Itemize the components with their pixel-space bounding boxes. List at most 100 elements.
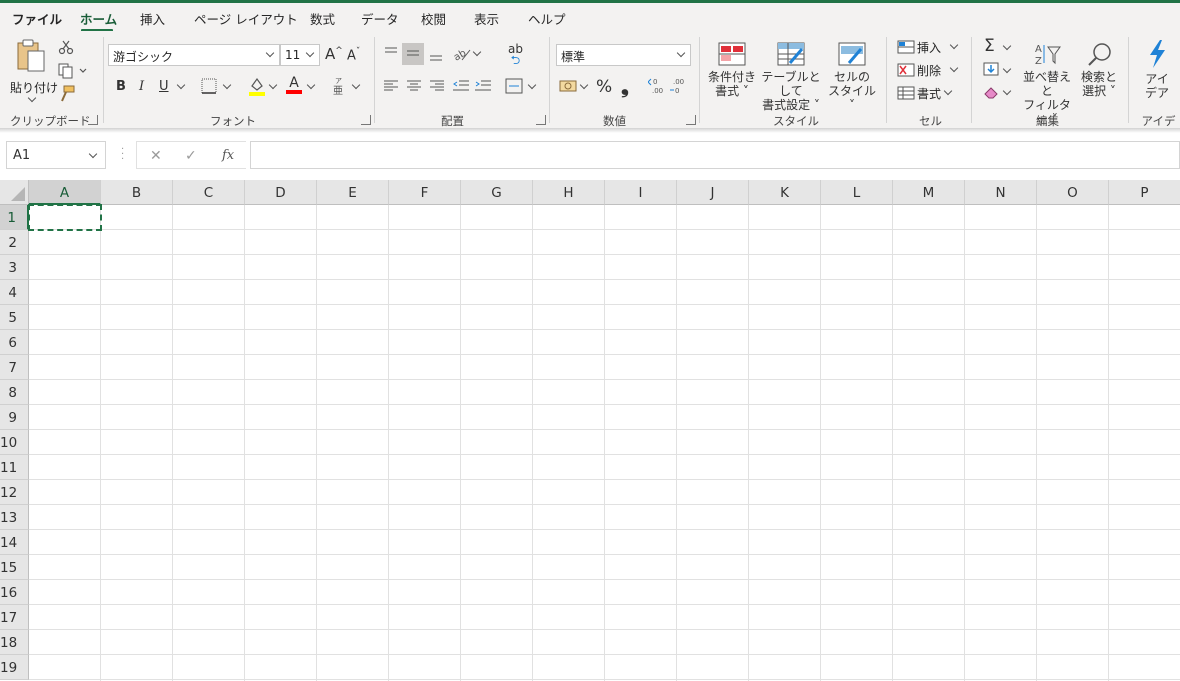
row-header-13[interactable]: 13 (0, 505, 29, 530)
column-header-c[interactable]: C (173, 180, 245, 205)
clear-eraser-icon[interactable] (983, 85, 999, 99)
chevron-down-icon[interactable] (176, 80, 186, 90)
tab-review[interactable]: 校閲 (421, 9, 446, 28)
insert-function-icon[interactable]: fx (222, 148, 234, 163)
cut-icon[interactable] (58, 39, 74, 55)
ideas-button[interactable]: アイ デア (1137, 39, 1177, 109)
column-header-a[interactable]: A (29, 180, 101, 205)
column-header-m[interactable]: M (893, 180, 965, 205)
conditional-formatting-button[interactable]: 条件付き 書式 ˅ (705, 41, 759, 111)
cell-styles-button[interactable]: セルの スタイル ˅ (825, 41, 879, 112)
row-header-1[interactable]: 1 (0, 205, 29, 230)
align-right-icon[interactable] (430, 80, 444, 92)
orientation-icon[interactable]: ab (452, 44, 472, 62)
enter-icon[interactable]: ✓ (185, 148, 197, 164)
row-header-8[interactable]: 8 (0, 380, 29, 405)
column-header-i[interactable]: I (605, 180, 677, 205)
row-header-9[interactable]: 9 (0, 405, 29, 430)
chevron-down-icon[interactable] (472, 47, 482, 57)
shrink-font-button[interactable]: Aˇ (347, 47, 360, 63)
tab-help[interactable]: ヘルプ (528, 9, 566, 28)
select-all-button[interactable] (0, 180, 29, 205)
cell-area[interactable] (29, 205, 1180, 681)
alignment-launcher-icon[interactable] (536, 115, 546, 125)
bold-button[interactable]: B (116, 79, 126, 94)
merge-center-icon[interactable] (505, 78, 523, 94)
column-header-p[interactable]: P (1109, 180, 1180, 205)
find-select-button[interactable]: 検索と 選択 ˅ (1078, 41, 1120, 111)
tab-home[interactable]: ホーム (80, 9, 117, 28)
percent-style-button[interactable]: % (596, 77, 612, 97)
column-header-k[interactable]: K (749, 180, 821, 205)
column-header-d[interactable]: D (245, 180, 317, 205)
autosum-button[interactable]: Σ (984, 36, 995, 56)
column-header-h[interactable]: H (533, 180, 605, 205)
insert-cells-button[interactable]: 挿入 (897, 39, 961, 57)
phonetic-guide-icon[interactable]: ア亜 (332, 76, 346, 96)
tab-insert[interactable]: 挿入 (140, 9, 165, 28)
column-header-e[interactable]: E (317, 180, 389, 205)
column-header-l[interactable]: L (821, 180, 893, 205)
formula-bar-grip-icon[interactable]: · · · (121, 145, 124, 165)
fill-down-icon[interactable] (983, 62, 999, 76)
name-box[interactable]: A1 (6, 141, 106, 169)
tab-data[interactable]: データ (361, 9, 399, 28)
format-painter-icon[interactable] (58, 85, 76, 103)
row-header-5[interactable]: 5 (0, 305, 29, 330)
underline-button[interactable]: U (159, 79, 169, 94)
grow-font-button[interactable]: A^ (325, 45, 343, 63)
align-bottom-icon[interactable] (428, 48, 444, 62)
row-header-16[interactable]: 16 (0, 580, 29, 605)
formula-input[interactable] (250, 141, 1180, 169)
row-header-19[interactable]: 19 (0, 655, 29, 680)
format-as-table-button[interactable]: テーブルとして 書式設定 ˅ (757, 41, 825, 112)
delete-cells-button[interactable]: 削除 (897, 62, 961, 80)
row-header-14[interactable]: 14 (0, 530, 29, 555)
format-cells-button[interactable]: 書式 (897, 85, 961, 103)
tab-file[interactable]: ファイル (12, 9, 62, 28)
row-header-12[interactable]: 12 (0, 480, 29, 505)
column-header-j[interactable]: J (677, 180, 749, 205)
active-cell-a1[interactable] (28, 204, 102, 231)
chevron-down-icon[interactable] (1002, 64, 1012, 74)
row-header-15[interactable]: 15 (0, 555, 29, 580)
comma-style-button[interactable]: ❟ (621, 74, 629, 98)
row-header-2[interactable]: 2 (0, 230, 29, 255)
row-header-7[interactable]: 7 (0, 355, 29, 380)
row-header-17[interactable]: 17 (0, 605, 29, 630)
row-header-18[interactable]: 18 (0, 630, 29, 655)
tab-page-layout[interactable]: ページ レイアウト (194, 9, 298, 28)
column-header-o[interactable]: O (1037, 180, 1109, 205)
font-size-select[interactable]: 11 (280, 44, 320, 66)
increase-indent-icon[interactable] (475, 80, 491, 92)
sort-filter-button[interactable]: AZ 並べ替えと フィルター ˅ (1018, 41, 1076, 126)
column-header-n[interactable]: N (965, 180, 1037, 205)
chevron-down-icon[interactable] (1002, 41, 1012, 51)
align-left-icon[interactable] (384, 80, 398, 92)
chevron-down-icon[interactable] (222, 80, 232, 90)
column-header-f[interactable]: F (389, 180, 461, 205)
decrease-indent-icon[interactable] (453, 80, 469, 92)
align-middle-icon[interactable] (405, 47, 421, 61)
chevron-down-icon[interactable] (1002, 86, 1012, 96)
cancel-icon[interactable]: ✕ (150, 148, 162, 164)
row-header-4[interactable]: 4 (0, 280, 29, 305)
italic-button[interactable]: I (139, 79, 144, 94)
tab-formulas[interactable]: 数式 (310, 9, 335, 28)
font-color-button[interactable]: A (286, 75, 302, 94)
row-header-10[interactable]: 10 (0, 430, 29, 455)
column-header-b[interactable]: B (101, 180, 173, 205)
align-center-icon[interactable] (407, 80, 421, 92)
column-header-g[interactable]: G (461, 180, 533, 205)
align-top-icon[interactable] (383, 46, 399, 60)
paste-button[interactable]: 貼り付け (8, 37, 58, 105)
chevron-down-icon[interactable] (306, 80, 316, 90)
chevron-down-icon[interactable] (579, 80, 589, 90)
number-format-select[interactable]: 標準 (556, 44, 691, 66)
chevron-down-icon[interactable] (268, 80, 278, 90)
chevron-down-icon[interactable] (527, 80, 537, 90)
tab-view[interactable]: 表示 (474, 9, 499, 28)
row-header-6[interactable]: 6 (0, 330, 29, 355)
font-launcher-icon[interactable] (361, 115, 371, 125)
row-header-11[interactable]: 11 (0, 455, 29, 480)
